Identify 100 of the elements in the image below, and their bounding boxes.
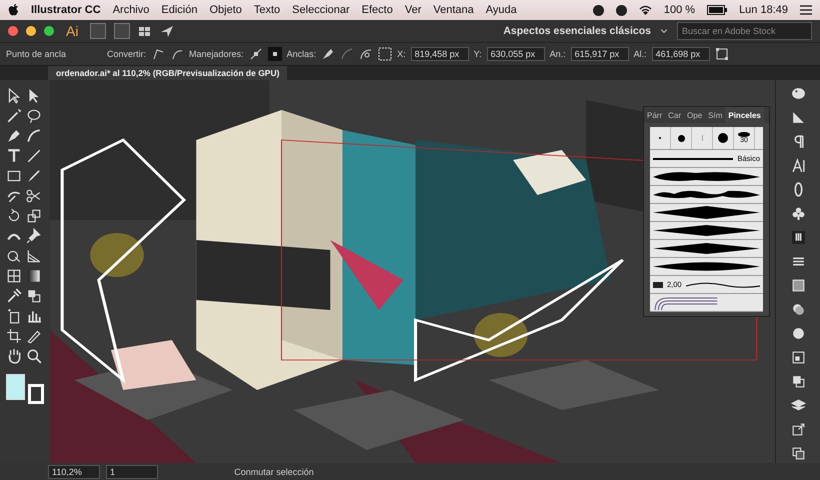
workspace-switcher[interactable]: Aspectos esenciales clásicos <box>503 25 651 37</box>
status-text[interactable]: Conmutar selección <box>164 467 384 477</box>
bridge-icon[interactable] <box>90 23 106 39</box>
hand-icon[interactable] <box>6 348 22 364</box>
brush-libraries-icon[interactable] <box>790 230 806 245</box>
brush-stroke[interactable] <box>653 188 760 201</box>
layout-grid-icon[interactable] <box>138 24 152 38</box>
eyedropper-icon[interactable] <box>6 288 22 304</box>
menu-item[interactable]: Archivo <box>112 4 150 16</box>
hide-handles-icon[interactable] <box>268 47 282 61</box>
transform-icon[interactable] <box>790 374 806 389</box>
pen-icon[interactable] <box>6 128 22 144</box>
anchors-label: Anclas: <box>286 49 316 59</box>
value-field[interactable]: 630,055 px <box>486 47 545 61</box>
status-menu-icon[interactable] <box>616 4 627 16</box>
panel-tab[interactable]: Ope <box>684 107 706 123</box>
value-field[interactable]: 461,698 px <box>652 47 710 61</box>
search-field[interactable]: Buscar en Adobe Stock <box>677 22 812 40</box>
brush-stroke[interactable] <box>653 260 760 273</box>
brush-stroke[interactable] <box>653 224 760 237</box>
blend-icon[interactable] <box>26 288 42 304</box>
brush-stroke[interactable] <box>653 242 760 255</box>
slice-icon[interactable] <box>26 328 42 344</box>
wave-stroke[interactable] <box>686 280 760 288</box>
zoom-field[interactable]: 110,2% <box>48 465 100 479</box>
artboards-icon[interactable] <box>790 446 806 461</box>
type-tool-icon[interactable] <box>6 148 22 164</box>
wifi-icon[interactable] <box>638 5 652 15</box>
panel-tab[interactable]: Sím <box>705 107 726 123</box>
paper-plane-icon[interactable] <box>160 24 174 38</box>
transform-box-icon[interactable] <box>714 47 729 61</box>
wand-icon[interactable] <box>6 108 22 124</box>
artboard-field[interactable]: 1 <box>106 465 158 479</box>
perspective-grid-icon[interactable] <box>26 248 42 264</box>
mesh-icon[interactable] <box>6 268 22 284</box>
battery-percent: 100 % <box>664 4 696 16</box>
rectangle-icon[interactable] <box>6 168 22 184</box>
brush-tip-icon[interactable] <box>678 134 684 142</box>
curvature-pen-icon[interactable] <box>26 128 42 144</box>
apple-logo-icon[interactable] <box>8 4 19 16</box>
graphic-styles-icon[interactable] <box>790 350 806 365</box>
brush-stroke[interactable] <box>653 170 760 183</box>
transparency-icon[interactable] <box>790 302 806 317</box>
pin-icon[interactable] <box>26 228 42 244</box>
remove-anchor-icon[interactable] <box>321 47 336 61</box>
panel-tab[interactable]: Pinceles <box>725 107 764 123</box>
brush-icon[interactable] <box>26 168 42 184</box>
menu-item[interactable]: Seleccionar <box>292 4 350 16</box>
battery-icon[interactable] <box>707 5 728 15</box>
app-menu[interactable]: Illustrator CC <box>31 4 101 16</box>
corner-point-icon[interactable] <box>151 47 166 61</box>
menu-item[interactable]: Efecto <box>362 4 393 16</box>
guide-icon[interactable] <box>790 110 806 125</box>
layers-icon[interactable] <box>790 398 806 413</box>
value-field[interactable]: 615,917 px <box>570 47 629 61</box>
scale-icon[interactable] <box>26 208 42 224</box>
export-icon[interactable] <box>790 422 806 437</box>
menu-item[interactable]: Ventana <box>433 4 474 16</box>
menu-item[interactable]: Ayuda <box>486 4 517 16</box>
stroke-swatch[interactable] <box>28 384 44 404</box>
gradient-panel-icon[interactable] <box>790 278 806 293</box>
list-icon[interactable] <box>800 5 812 15</box>
clock[interactable]: Lun 18:49 <box>739 4 788 16</box>
menu-item[interactable]: Texto <box>254 4 280 16</box>
menu-item[interactable]: Edición <box>161 4 198 16</box>
cut-path-icon[interactable] <box>359 47 374 61</box>
character-icon[interactable] <box>790 158 806 173</box>
connect-anchor-icon[interactable] <box>340 47 354 61</box>
stock-icon[interactable] <box>114 23 130 39</box>
brush-stroke[interactable] <box>653 206 760 219</box>
lasso-icon[interactable] <box>26 108 42 124</box>
line-icon[interactable] <box>26 148 42 164</box>
value-field[interactable]: 819,458 px <box>410 47 469 61</box>
zoom-icon[interactable] <box>26 348 42 364</box>
appearance-icon[interactable] <box>790 326 806 341</box>
status-menu-icon[interactable] <box>592 4 604 16</box>
scissors-icon[interactable] <box>26 188 42 204</box>
menu-item[interactable]: Ver <box>404 4 422 16</box>
document-tab[interactable]: ordenador.ai* al 110,2% (RGB/Previsualización de GPU) <box>48 66 288 80</box>
panel-tab[interactable]: Car <box>665 107 684 123</box>
brush-stroke[interactable] <box>653 156 734 160</box>
selection-arrow-icon[interactable] <box>6 88 22 104</box>
gradient-icon[interactable] <box>26 268 42 284</box>
align-grid-icon[interactable] <box>378 47 392 61</box>
brush-tip-icon[interactable] <box>718 133 728 143</box>
brush-tip-icon[interactable] <box>738 132 750 137</box>
club-icon[interactable] <box>790 206 806 221</box>
show-handles-icon[interactable] <box>248 47 263 61</box>
rotate-icon[interactable] <box>6 208 22 224</box>
glow-light <box>90 233 144 277</box>
minimize-button[interactable] <box>26 26 36 36</box>
shape-builder-icon[interactable] <box>6 248 22 264</box>
artboard-icon[interactable] <box>6 328 22 344</box>
color-palette-icon[interactable] <box>790 86 806 101</box>
symbol-sprayer-icon[interactable] <box>6 308 22 324</box>
fill-swatch[interactable] <box>6 374 26 400</box>
maximize-button[interactable] <box>44 26 54 36</box>
menu-item[interactable]: Objeto <box>209 4 242 16</box>
panel-tab[interactable]: Párr <box>644 107 666 123</box>
close-button[interactable] <box>8 26 18 36</box>
